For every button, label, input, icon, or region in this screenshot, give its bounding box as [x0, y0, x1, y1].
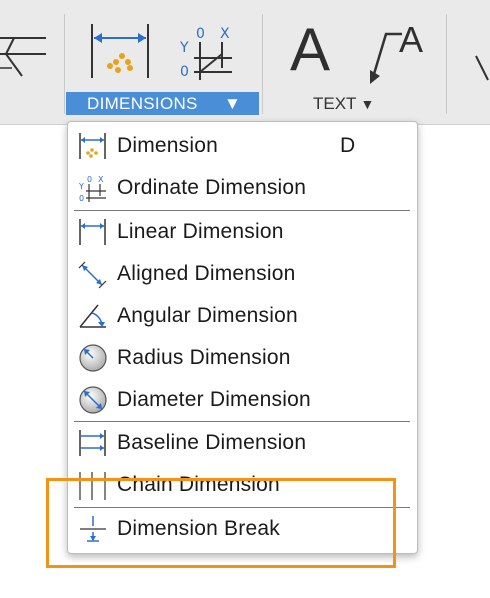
- svg-text:0: 0: [196, 26, 205, 42]
- menu-item-label: Radius Dimension: [117, 346, 291, 369]
- partial-right-tool-icon[interactable]: [474, 50, 490, 90]
- menu-item-aligned-dimension[interactable]: Aligned Dimension: [68, 255, 417, 293]
- menu-item-ordinate-dimension[interactable]: 0 X Y 0 Ordinate Dimension: [68, 169, 417, 207]
- menu-item-label: Baseline Dimension: [117, 431, 307, 454]
- chevron-down-icon: ▼: [224, 94, 242, 113]
- svg-text:Y: Y: [78, 182, 84, 191]
- highlight-annotation-box: [46, 478, 396, 568]
- menu-item-angular-dimension[interactable]: Angular Dimension: [68, 297, 417, 335]
- angular-dimension-icon: [79, 304, 106, 328]
- shortcut-label: D: [340, 134, 356, 157]
- menu-item-label: Linear Dimension: [117, 220, 284, 243]
- menu-item-label: Aligned Dimension: [117, 262, 296, 285]
- svg-text:Y: Y: [179, 40, 189, 56]
- menu-item-baseline-dimension[interactable]: Baseline Dimension: [68, 424, 417, 462]
- svg-text:0: 0: [79, 194, 84, 203]
- svg-text:X: X: [220, 26, 230, 42]
- menu-item-diameter-dimension[interactable]: Diameter Dimension: [68, 381, 417, 419]
- aligned-dimension-icon: [78, 261, 107, 289]
- diameter-dimension-icon: [79, 386, 107, 414]
- ribbon-toolbar: 0 X Y 0 A A DIMENSIONS ▼ TEXT ▼: [0, 0, 490, 125]
- menu-item-label: Diameter Dimension: [117, 388, 311, 411]
- dimension-icon: [79, 133, 106, 159]
- svg-text:X: X: [98, 175, 104, 184]
- menu-item-label: Ordinate Dimension: [117, 176, 307, 199]
- svg-text:0: 0: [180, 64, 189, 80]
- menu-item-label: Dimension: [117, 134, 219, 157]
- chevron-down-icon: ▼: [360, 96, 375, 112]
- linear-dimension-icon: [79, 219, 106, 245]
- menu-item-dimension[interactable]: Dimension D: [68, 127, 417, 165]
- radius-dimension-icon: [79, 344, 107, 372]
- leader-text-icon[interactable]: A: [399, 20, 423, 60]
- dimension-tool-icon[interactable]: [88, 22, 154, 82]
- menu-separator: [74, 421, 410, 422]
- menu-item-radius-dimension[interactable]: Radius Dimension: [68, 339, 417, 377]
- baseline-dimension-icon: [79, 430, 106, 456]
- partial-tool-icon[interactable]: [0, 28, 50, 88]
- menu-item-linear-dimension[interactable]: Linear Dimension: [68, 213, 417, 251]
- text-tool-icon[interactable]: A: [290, 18, 330, 82]
- text-group-dropdown[interactable]: TEXT ▼: [313, 92, 374, 115]
- dimensions-group-dropdown[interactable]: DIMENSIONS ▼: [66, 92, 259, 115]
- ordinate-dimension-icon: 0 X Y 0: [78, 175, 106, 203]
- svg-text:0: 0: [87, 175, 92, 184]
- text-group-label: TEXT: [313, 94, 357, 113]
- dimensions-group-label: DIMENSIONS: [87, 94, 198, 113]
- ordinate-tool-icon[interactable]: 0 X Y 0: [178, 24, 238, 82]
- menu-item-label: Angular Dimension: [117, 304, 298, 327]
- menu-separator: [74, 210, 410, 211]
